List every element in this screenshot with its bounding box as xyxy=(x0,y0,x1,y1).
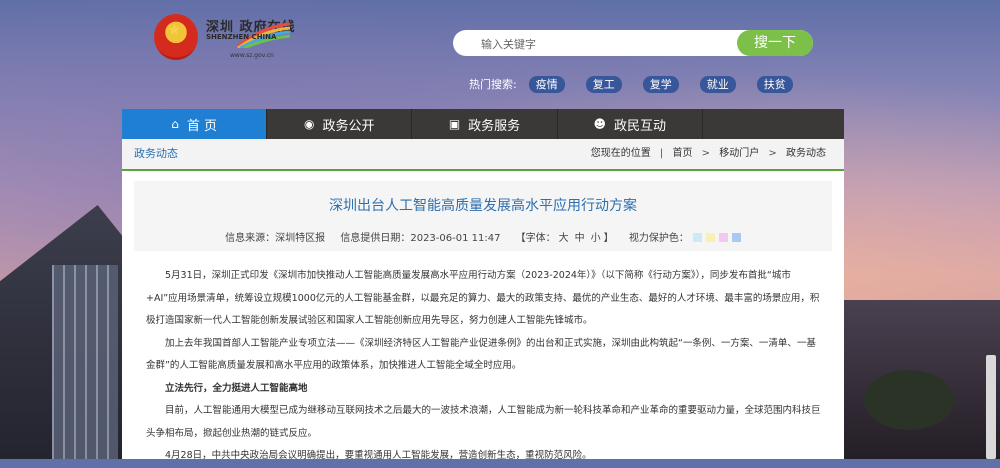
page-scrollbar[interactable] xyxy=(986,355,996,459)
home-icon: ⌂ xyxy=(171,117,179,131)
search-button[interactable]: 搜一下 xyxy=(737,30,813,56)
article-paragraph: 加上去年我国首部人工智能产业专项立法——《深圳经济特区人工智能产业促进条例》的出… xyxy=(146,337,816,372)
main-nav: ⌂ 首 页 ◉ 政务公开 ▣ 政务服务 ☻ 政民互动 xyxy=(122,109,844,139)
font-size-medium[interactable]: 中 xyxy=(575,233,585,244)
service-icon: ▣ xyxy=(448,117,461,131)
font-size-end: 】 xyxy=(603,233,614,244)
brand-name-en: SHENZHEN CHINA xyxy=(206,33,277,41)
breadcrumb-bar: 政务动态 您现在的位置 | 首页 > 移动门户 > 政务动态 xyxy=(122,139,844,171)
article-date: 信息提供日期：2023-06-01 11:47 xyxy=(340,233,501,244)
background-tree xyxy=(864,370,954,430)
article-paragraph: 5月31日，深圳正式印发《深圳市加快推动人工智能高质量发展高水平应用行动方案（2… xyxy=(146,270,820,326)
nav-item-label: 首 页 xyxy=(186,118,217,134)
eye-color-swatch-yellow[interactable] xyxy=(705,233,715,242)
nav-item-label: 政务服务 xyxy=(468,118,521,134)
breadcrumb-separator: | xyxy=(659,148,664,159)
article-title: 深圳出台人工智能高质量发展高水平应用行动方案 xyxy=(329,198,637,214)
breadcrumb: 您现在的位置 | 首页 > 移动门户 > 政务动态 xyxy=(585,139,826,169)
building-glass-facade xyxy=(52,265,118,459)
article-paragraph: 目前，人工智能通用大模型已成为继移动互联网技术之后最大的一波技术浪潮，人工智能成… xyxy=(146,405,821,439)
font-size-small[interactable]: 小 xyxy=(591,233,601,244)
hot-tag-poverty[interactable]: 扶贫 xyxy=(756,75,793,93)
nav-item-label: 政民互动 xyxy=(613,118,666,134)
nav-item-gov-service[interactable]: ▣ 政务服务 xyxy=(412,109,558,139)
hot-tag-employment[interactable]: 就业 xyxy=(699,75,736,93)
breadcrumb-separator: > xyxy=(701,148,711,159)
article-source: 信息来源：深圳特区报 xyxy=(225,233,326,244)
hot-tag-resume-school[interactable]: 复学 xyxy=(642,75,679,93)
breadcrumb-item-home[interactable]: 首页 xyxy=(672,148,692,159)
font-size-switcher: 【字体：大中小】 xyxy=(516,233,614,244)
eye-color-swatch-lightblue[interactable] xyxy=(731,233,741,242)
font-size-large[interactable]: 大 xyxy=(559,233,569,244)
site-logo[interactable]: ★ 深圳 政府在线 SHENZHEN CHINA www.sz.gov.cn xyxy=(154,14,296,62)
breadcrumb-separator: > xyxy=(768,148,777,159)
hot-tag-epidemic[interactable]: 疫情 xyxy=(528,75,565,93)
eye-icon: ◉ xyxy=(304,117,315,131)
eye-protect-switcher: 视力保护色： xyxy=(629,233,741,244)
section-title[interactable]: 政务动态 xyxy=(134,139,178,169)
brand-block: 深圳 政府在线 SHENZHEN CHINA www.sz.gov.cn xyxy=(206,16,296,60)
article-body: 5月31日，深圳正式印发《深圳市加快推动人工智能高质量发展高水平应用行动方案（2… xyxy=(146,265,822,468)
brand-url: www.sz.gov.cn xyxy=(230,52,274,59)
background-building-right xyxy=(844,300,1000,459)
font-size-label: 【字体： xyxy=(515,233,556,244)
breadcrumb-item-mobile-portal[interactable]: 移动门户 xyxy=(719,148,759,159)
nav-item-home[interactable]: ⌂ 首 页 xyxy=(122,109,268,139)
article-paragraph: 4月28日，中共中央政治局会议明确提出，要重视通用人工智能发展，营造创新生态，重… xyxy=(165,450,592,461)
article-panel: 深圳出台人工智能高质量发展高水平应用行动方案 信息来源：深圳特区报 信息提供日期… xyxy=(122,171,844,461)
article-subheading: 立法先行，全力挺进人工智能高地 xyxy=(165,382,308,394)
article-header: 深圳出台人工智能高质量发展高水平应用行动方案 信息来源：深圳特区报 信息提供日期… xyxy=(134,181,832,251)
eye-protect-label: 视力保护色： xyxy=(628,233,689,244)
article-meta: 信息来源：深圳特区报 信息提供日期：2023-06-01 11:47 【字体：大… xyxy=(134,229,832,244)
breadcrumb-item-gov-news[interactable]: 政务动态 xyxy=(786,148,826,159)
nav-item-interaction[interactable]: ☻ 政民互动 xyxy=(558,109,703,139)
national-emblem-icon: ★ xyxy=(154,14,198,60)
hot-search-label: 热门搜索: xyxy=(469,78,517,91)
eye-color-swatch-pink[interactable] xyxy=(718,233,728,242)
breadcrumb-location-label: 您现在的位置 xyxy=(590,148,651,159)
search-box: 搜一下 xyxy=(453,30,813,56)
nav-item-label: 政务公开 xyxy=(322,118,375,134)
search-input[interactable] xyxy=(479,34,733,54)
eye-color-swatch-blue[interactable] xyxy=(692,233,702,242)
hot-search-bar: 热门搜索: 疫情 复工 复学 就业 扶贫 xyxy=(469,75,814,93)
nav-item-empty xyxy=(703,109,844,139)
hot-tag-resume-work[interactable]: 复工 xyxy=(585,75,622,93)
people-icon: ☻ xyxy=(593,117,606,131)
nav-item-gov-affairs-open[interactable]: ◉ 政务公开 xyxy=(267,109,413,139)
